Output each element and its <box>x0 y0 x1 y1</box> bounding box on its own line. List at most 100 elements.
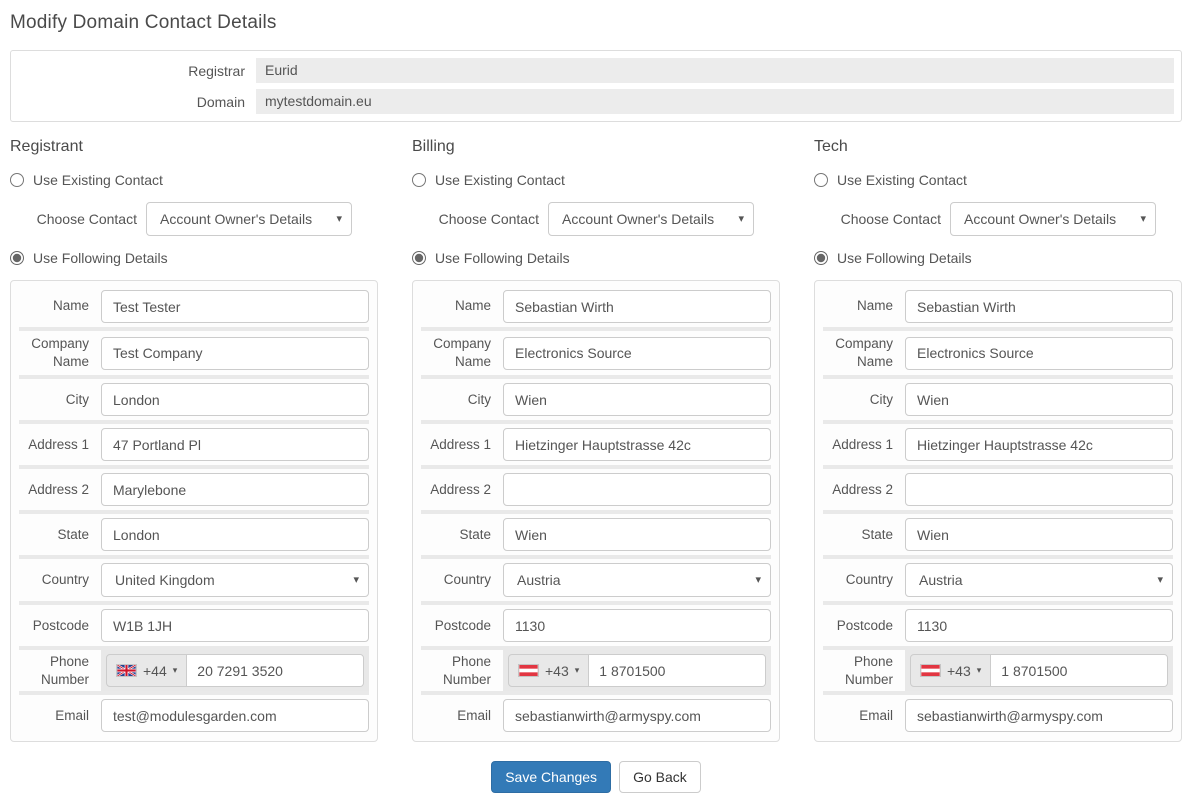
billing-postcode-input[interactable] <box>503 609 771 642</box>
registrant-use-existing-option[interactable]: Use Existing Contact <box>10 172 378 188</box>
city-label: City <box>421 391 503 409</box>
billing-city-input[interactable] <box>503 383 771 416</box>
state-label: State <box>421 526 503 544</box>
registrant-country-select[interactable]: United Kingdom ▾ <box>101 563 369 597</box>
registrant-use-existing-radio[interactable] <box>10 173 24 187</box>
registrant-use-following-radio[interactable] <box>10 251 24 265</box>
use-existing-label: Use Existing Contact <box>435 172 565 188</box>
chevron-down-icon: ▾ <box>977 666 982 675</box>
phone-row: Phone Number +43 ▾ <box>421 646 771 691</box>
use-following-label: Use Following Details <box>435 250 570 266</box>
company-name-label: Company Name <box>19 335 101 371</box>
billing-phone-country-dropdown[interactable]: +43 ▾ <box>509 655 588 686</box>
country-label: Country <box>421 571 503 589</box>
registrant-phone-country-dropdown[interactable]: +44 ▾ <box>107 655 186 686</box>
billing-country-select[interactable]: Austria ▾ <box>503 563 771 597</box>
tech-choose-contact-select[interactable]: Account Owner's Details ▾ <box>950 202 1156 236</box>
choose-contact-label: Choose Contact <box>814 211 950 227</box>
tech-postcode-input[interactable] <box>905 609 1173 642</box>
billing-email-input[interactable] <box>503 699 771 732</box>
tech-details-panel: Name Company Name City Address 1 Address… <box>814 280 1182 742</box>
tech-country-select[interactable]: Austria ▾ <box>905 563 1173 597</box>
tech-company-name-input[interactable] <box>905 337 1173 370</box>
registrant-address1-input[interactable] <box>101 428 369 461</box>
registrant-city-input[interactable] <box>101 383 369 416</box>
registrar-row: Registrar Eurid <box>18 58 1174 83</box>
tech-address2-input[interactable] <box>905 473 1173 506</box>
email-row: Email <box>421 691 771 736</box>
registrant-choose-contact-select[interactable]: Account Owner's Details ▾ <box>146 202 352 236</box>
address2-row: Address 2 <box>823 465 1173 510</box>
uk-flag-icon <box>116 664 137 677</box>
tech-use-existing-option[interactable]: Use Existing Contact <box>814 172 1182 188</box>
registrant-postcode-input[interactable] <box>101 609 369 642</box>
registrant-name-input[interactable] <box>101 290 369 323</box>
postcode-label: Postcode <box>19 617 101 635</box>
billing-choose-contact-select[interactable]: Account Owner's Details ▾ <box>548 202 754 236</box>
chevron-down-icon: ▾ <box>353 575 359 586</box>
company-name-row: Company Name <box>823 327 1173 375</box>
chevron-down-icon: ▾ <box>575 666 580 675</box>
registrant-use-following-option[interactable]: Use Following Details <box>10 250 378 266</box>
choose-contact-label: Choose Contact <box>412 211 548 227</box>
city-label: City <box>823 391 905 409</box>
billing-use-existing-option[interactable]: Use Existing Contact <box>412 172 780 188</box>
country-selected-value: Austria <box>517 572 561 588</box>
address1-row: Address 1 <box>823 420 1173 465</box>
tech-state-input[interactable] <box>905 518 1173 551</box>
go-back-button[interactable]: Go Back <box>619 761 701 793</box>
choose-contact-selected-value: Account Owner's Details <box>160 211 312 227</box>
save-changes-button[interactable]: Save Changes <box>491 761 611 793</box>
tech-address1-input[interactable] <box>905 428 1173 461</box>
chevron-down-icon: ▾ <box>173 666 178 675</box>
address2-label: Address 2 <box>823 481 905 499</box>
tech-email-input[interactable] <box>905 699 1173 732</box>
registrant-address2-input[interactable] <box>101 473 369 506</box>
tech-use-following-radio[interactable] <box>814 251 828 265</box>
billing-state-input[interactable] <box>503 518 771 551</box>
tech-phone-input[interactable] <box>990 655 1167 686</box>
postcode-row: Postcode <box>823 601 1173 646</box>
country-row: Country Austria ▾ <box>823 555 1173 601</box>
tech-name-input[interactable] <box>905 290 1173 323</box>
billing-use-existing-radio[interactable] <box>412 173 426 187</box>
city-row: City <box>19 375 369 420</box>
address1-label: Address 1 <box>823 436 905 454</box>
billing-use-following-option[interactable]: Use Following Details <box>412 250 780 266</box>
use-existing-label: Use Existing Contact <box>33 172 163 188</box>
billing-company-name-input[interactable] <box>503 337 771 370</box>
registrant-email-input[interactable] <box>101 699 369 732</box>
address2-row: Address 2 <box>421 465 771 510</box>
postcode-row: Postcode <box>421 601 771 646</box>
registrar-label: Registrar <box>18 63 256 79</box>
choose-contact-selected-value: Account Owner's Details <box>562 211 714 227</box>
choose-contact-selected-value: Account Owner's Details <box>964 211 1116 227</box>
registrant-phone-input[interactable] <box>186 655 363 686</box>
name-label: Name <box>19 297 101 315</box>
tech-use-following-option[interactable]: Use Following Details <box>814 250 1182 266</box>
registrant-state-input[interactable] <box>101 518 369 551</box>
billing-address1-input[interactable] <box>503 428 771 461</box>
phone-row: Phone Number +44 <box>19 646 369 691</box>
billing-phone-input[interactable] <box>588 655 765 686</box>
phone-label: Phone Number <box>19 653 101 689</box>
tech-use-existing-radio[interactable] <box>814 173 828 187</box>
form-actions: Save Changes Go Back <box>10 761 1182 793</box>
registrant-company-name-input[interactable] <box>101 337 369 370</box>
state-label: State <box>19 526 101 544</box>
name-row: Name <box>421 286 771 327</box>
use-existing-label: Use Existing Contact <box>837 172 967 188</box>
billing-phone-group: +43 ▾ <box>508 654 766 687</box>
modify-domain-contact-page: Modify Domain Contact Details Registrar … <box>0 0 1192 803</box>
postcode-label: Postcode <box>421 617 503 635</box>
tech-city-input[interactable] <box>905 383 1173 416</box>
state-label: State <box>823 526 905 544</box>
phone-code: +43 <box>545 663 569 679</box>
tech-phone-country-dropdown[interactable]: +43 ▾ <box>911 655 990 686</box>
billing-use-following-radio[interactable] <box>412 251 426 265</box>
phone-code: +44 <box>143 663 167 679</box>
country-label: Country <box>19 571 101 589</box>
chevron-down-icon: ▾ <box>1140 214 1146 225</box>
billing-name-input[interactable] <box>503 290 771 323</box>
billing-address2-input[interactable] <box>503 473 771 506</box>
